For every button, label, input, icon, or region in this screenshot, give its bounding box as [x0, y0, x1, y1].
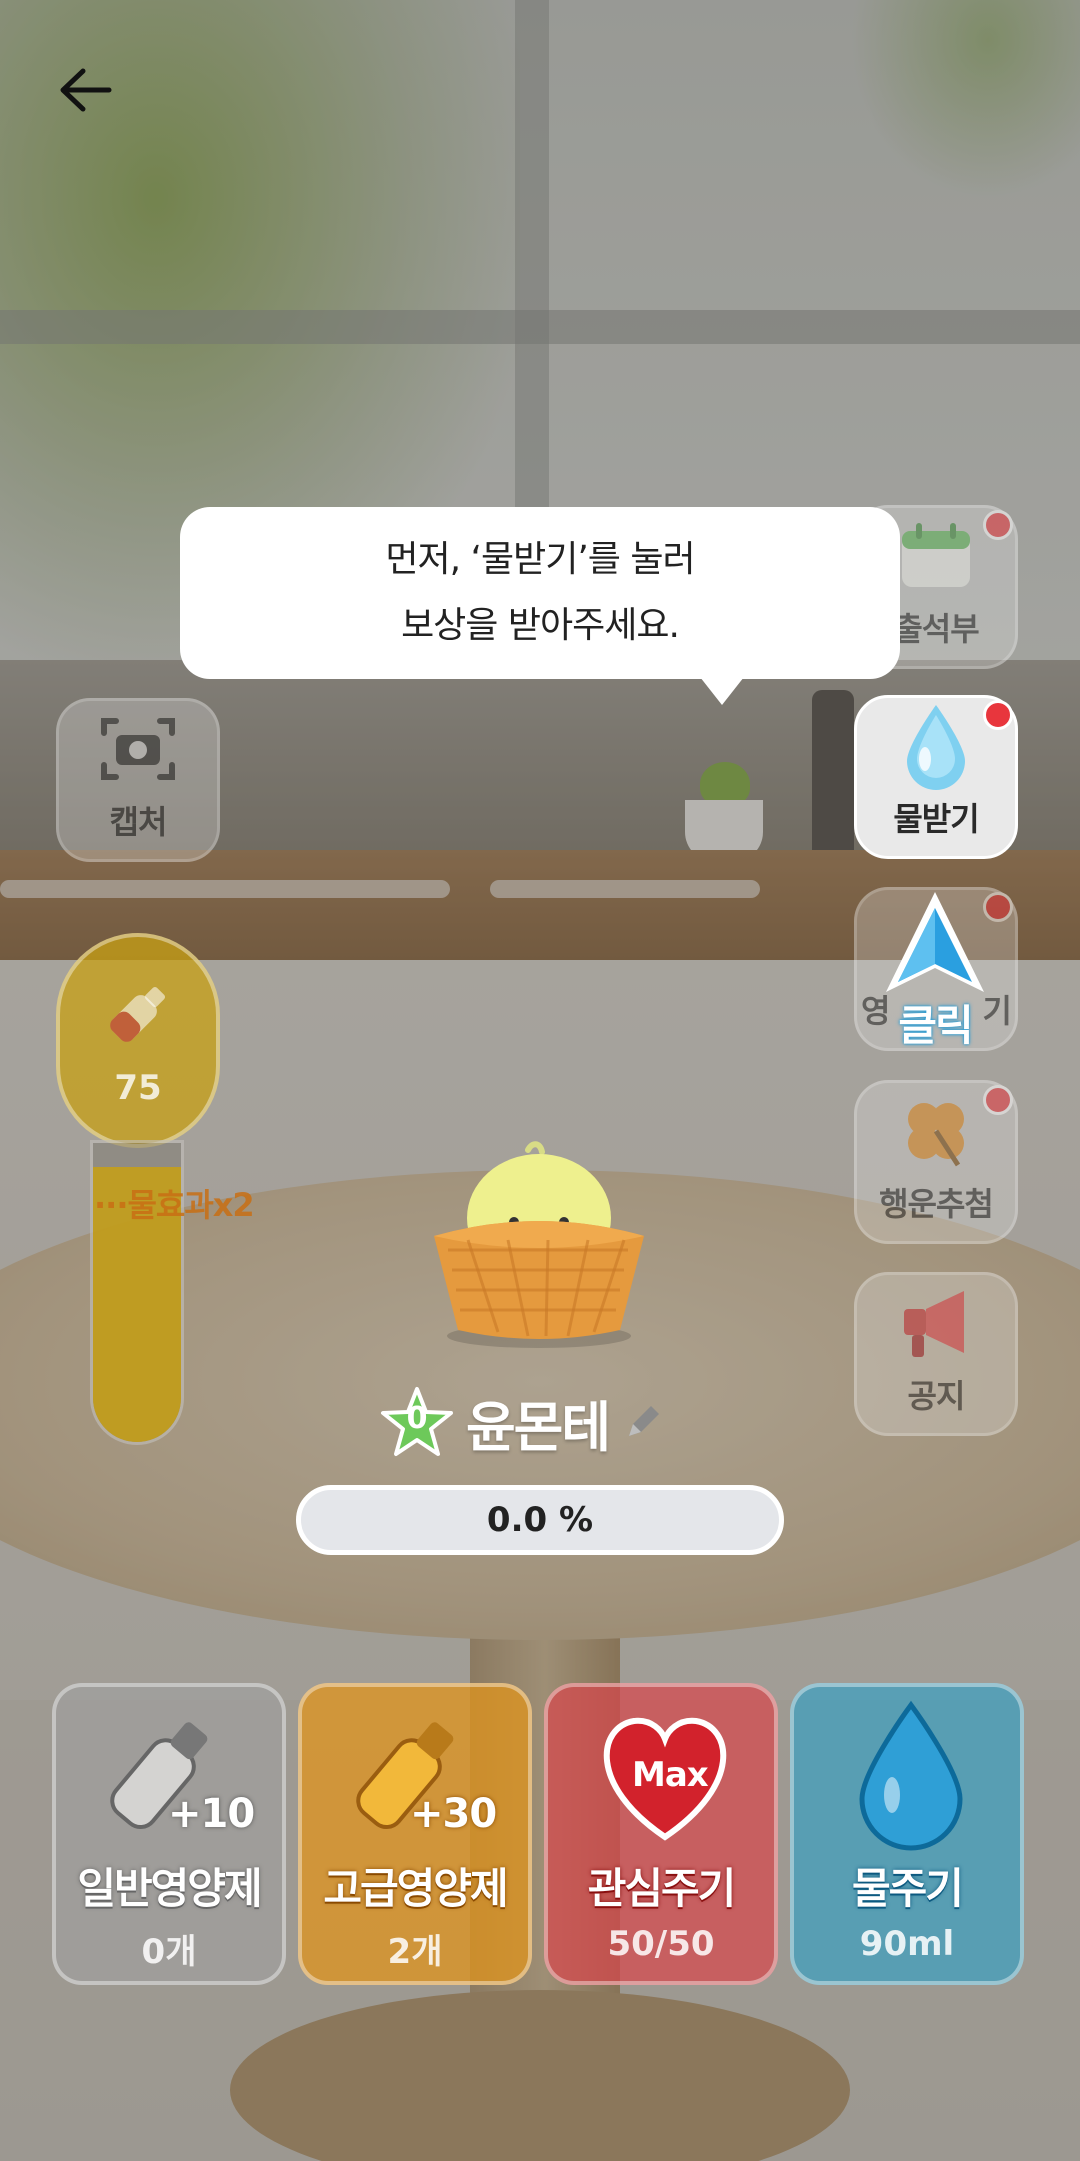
attention-count: 50/50 [607, 1924, 715, 1964]
watering-amount: 90ml [859, 1924, 955, 1964]
heart-icon: Max [548, 1687, 774, 1857]
basic-nutrient-title: 일반영양제 [77, 1864, 262, 1913]
plant-name: 윤몬테 [466, 1395, 611, 1459]
plant-name-row: 0 윤몬테 [380, 1382, 663, 1462]
attendance-label: 출석부 [893, 610, 979, 648]
lucky-draw-label: 행운추첨 [879, 1185, 994, 1223]
click-hint: 클릭 [880, 888, 990, 1050]
pencil-icon[interactable] [623, 1402, 663, 1442]
megaphone-icon [896, 1275, 976, 1371]
bottle-icon [110, 986, 166, 1042]
capture-button[interactable]: 캡처 [56, 698, 220, 862]
calendar-icon [896, 508, 976, 604]
golden-bottle-icon: +30 [302, 1687, 528, 1857]
premium-nutrient-count: 2개 [387, 1932, 443, 1972]
basic-nutrient-card[interactable]: +10 일반영양제 0개 [52, 1683, 286, 1985]
water-effect-label: 물효과x2 [127, 1186, 254, 1224]
water-effect-marker: ···물효과x2 [94, 1186, 255, 1224]
premium-nutrient-card[interactable]: +30 고급영양제 2개 [298, 1683, 532, 1985]
level-star-badge: 0 [380, 1385, 454, 1459]
basic-nutrient-count: 0개 [141, 1932, 197, 1972]
watering-card[interactable]: 물주기 90ml [790, 1683, 1024, 1985]
basic-nutrient-bonus: +10 [168, 1791, 255, 1837]
tooltip-line-2: 보상을 받아주세요. [401, 605, 680, 646]
notification-dot [983, 700, 1013, 730]
notice-label: 공지 [907, 1377, 966, 1415]
attention-title: 관심주기 [587, 1864, 737, 1913]
attention-max-badge: Max [632, 1755, 709, 1795]
notification-dot [983, 510, 1013, 540]
watering-title: 물주기 [852, 1864, 964, 1913]
plant-basket[interactable] [428, 1140, 650, 1350]
lucky-draw-button[interactable]: 행운추첨 [854, 1080, 1018, 1244]
plant-level: 0 [406, 1401, 428, 1436]
water-receive-label: 물받기 [893, 800, 979, 838]
camera-icon [98, 701, 178, 797]
arrow-left-icon [60, 68, 112, 112]
growth-progress-bar: 0.0 % [296, 1485, 784, 1555]
growth-progress-text: 0.0 % [486, 1500, 594, 1540]
water-drop-icon [901, 698, 971, 794]
back-button[interactable] [50, 60, 120, 120]
premium-nutrient-bonus: +30 [410, 1791, 497, 1837]
notice-button[interactable]: 공지 [854, 1272, 1018, 1436]
notification-dot [983, 1085, 1013, 1115]
nutrient-gauge-cap: 75 [56, 933, 220, 1148]
arrow-up-icon [886, 892, 984, 992]
click-hint-label: 클릭 [898, 1001, 973, 1050]
attention-card[interactable]: Max 관심주기 50/50 [544, 1683, 778, 1985]
premium-nutrient-title: 고급영양제 [323, 1864, 508, 1913]
bottle-icon: +10 [56, 1687, 282, 1857]
water-drop-icon [794, 1687, 1020, 1857]
guide-tooltip: 먼저, ‘물받기’를 눌러 보상을 받아주세요. [180, 507, 900, 705]
nutrient-gauge-value: 75 [114, 1067, 162, 1108]
tooltip-line-1: 먼저, ‘물받기’를 눌러 [385, 539, 695, 580]
water-receive-button[interactable]: 물받기 [854, 695, 1018, 859]
capture-label: 캡처 [109, 803, 168, 841]
clover-icon [896, 1083, 976, 1179]
